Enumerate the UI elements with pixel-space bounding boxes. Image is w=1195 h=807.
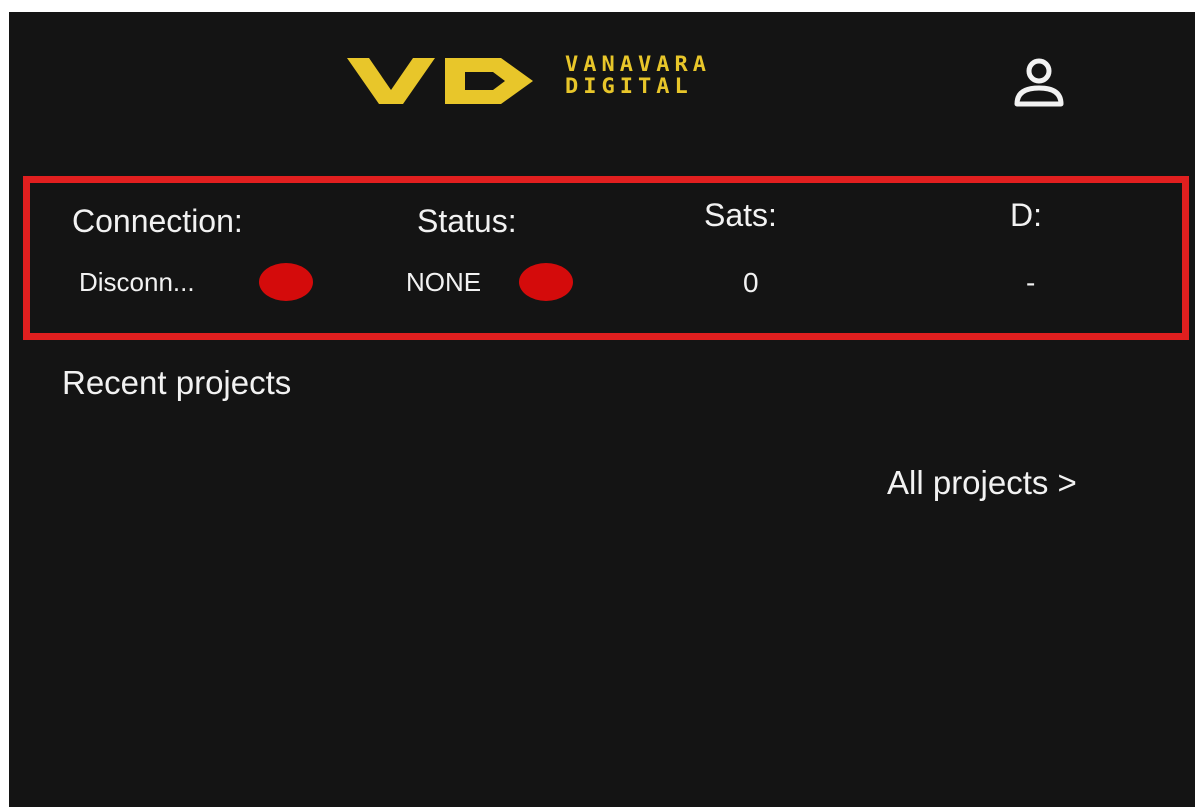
- vanavara-digital-logo: VANAVARA DIGITAL: [341, 50, 881, 110]
- vd-logo-mark-icon: [347, 58, 533, 104]
- status-indicator-icon: [519, 263, 573, 301]
- connection-column: Connection: Disconn...: [30, 183, 330, 333]
- header: VANAVARA DIGITAL: [9, 12, 1195, 162]
- sats-value: 0: [743, 267, 759, 298]
- logo-wordmark: VANAVARA DIGITAL: [565, 54, 711, 98]
- all-projects-link[interactable]: All projects >: [887, 464, 1077, 502]
- user-icon: [1014, 58, 1064, 107]
- connection-value: Disconn...: [79, 267, 195, 297]
- recent-projects-heading: Recent projects: [62, 364, 292, 401]
- status-column: Status: NONE: [330, 183, 630, 333]
- logo-wordmark-line2: DIGITAL: [565, 74, 693, 99]
- d-column: D: -: [910, 183, 1182, 333]
- d-label: D:: [1010, 197, 1042, 233]
- connection-indicator-icon: [259, 263, 313, 301]
- sats-column: Sats: 0: [630, 183, 910, 333]
- logo-wordmark-line1: VANAVARA: [565, 53, 711, 77]
- profile-button[interactable]: [1007, 54, 1071, 114]
- app-screen: VANAVARA DIGITAL Connection: Disconn... …: [9, 12, 1195, 807]
- status-label: Status:: [417, 203, 517, 239]
- status-value: NONE: [406, 267, 482, 297]
- status-panel: Connection: Disconn... Status: NONE Sats…: [23, 176, 1189, 340]
- connection-label: Connection:: [72, 203, 243, 239]
- d-value: -: [1026, 267, 1036, 298]
- sats-label: Sats:: [704, 197, 777, 233]
